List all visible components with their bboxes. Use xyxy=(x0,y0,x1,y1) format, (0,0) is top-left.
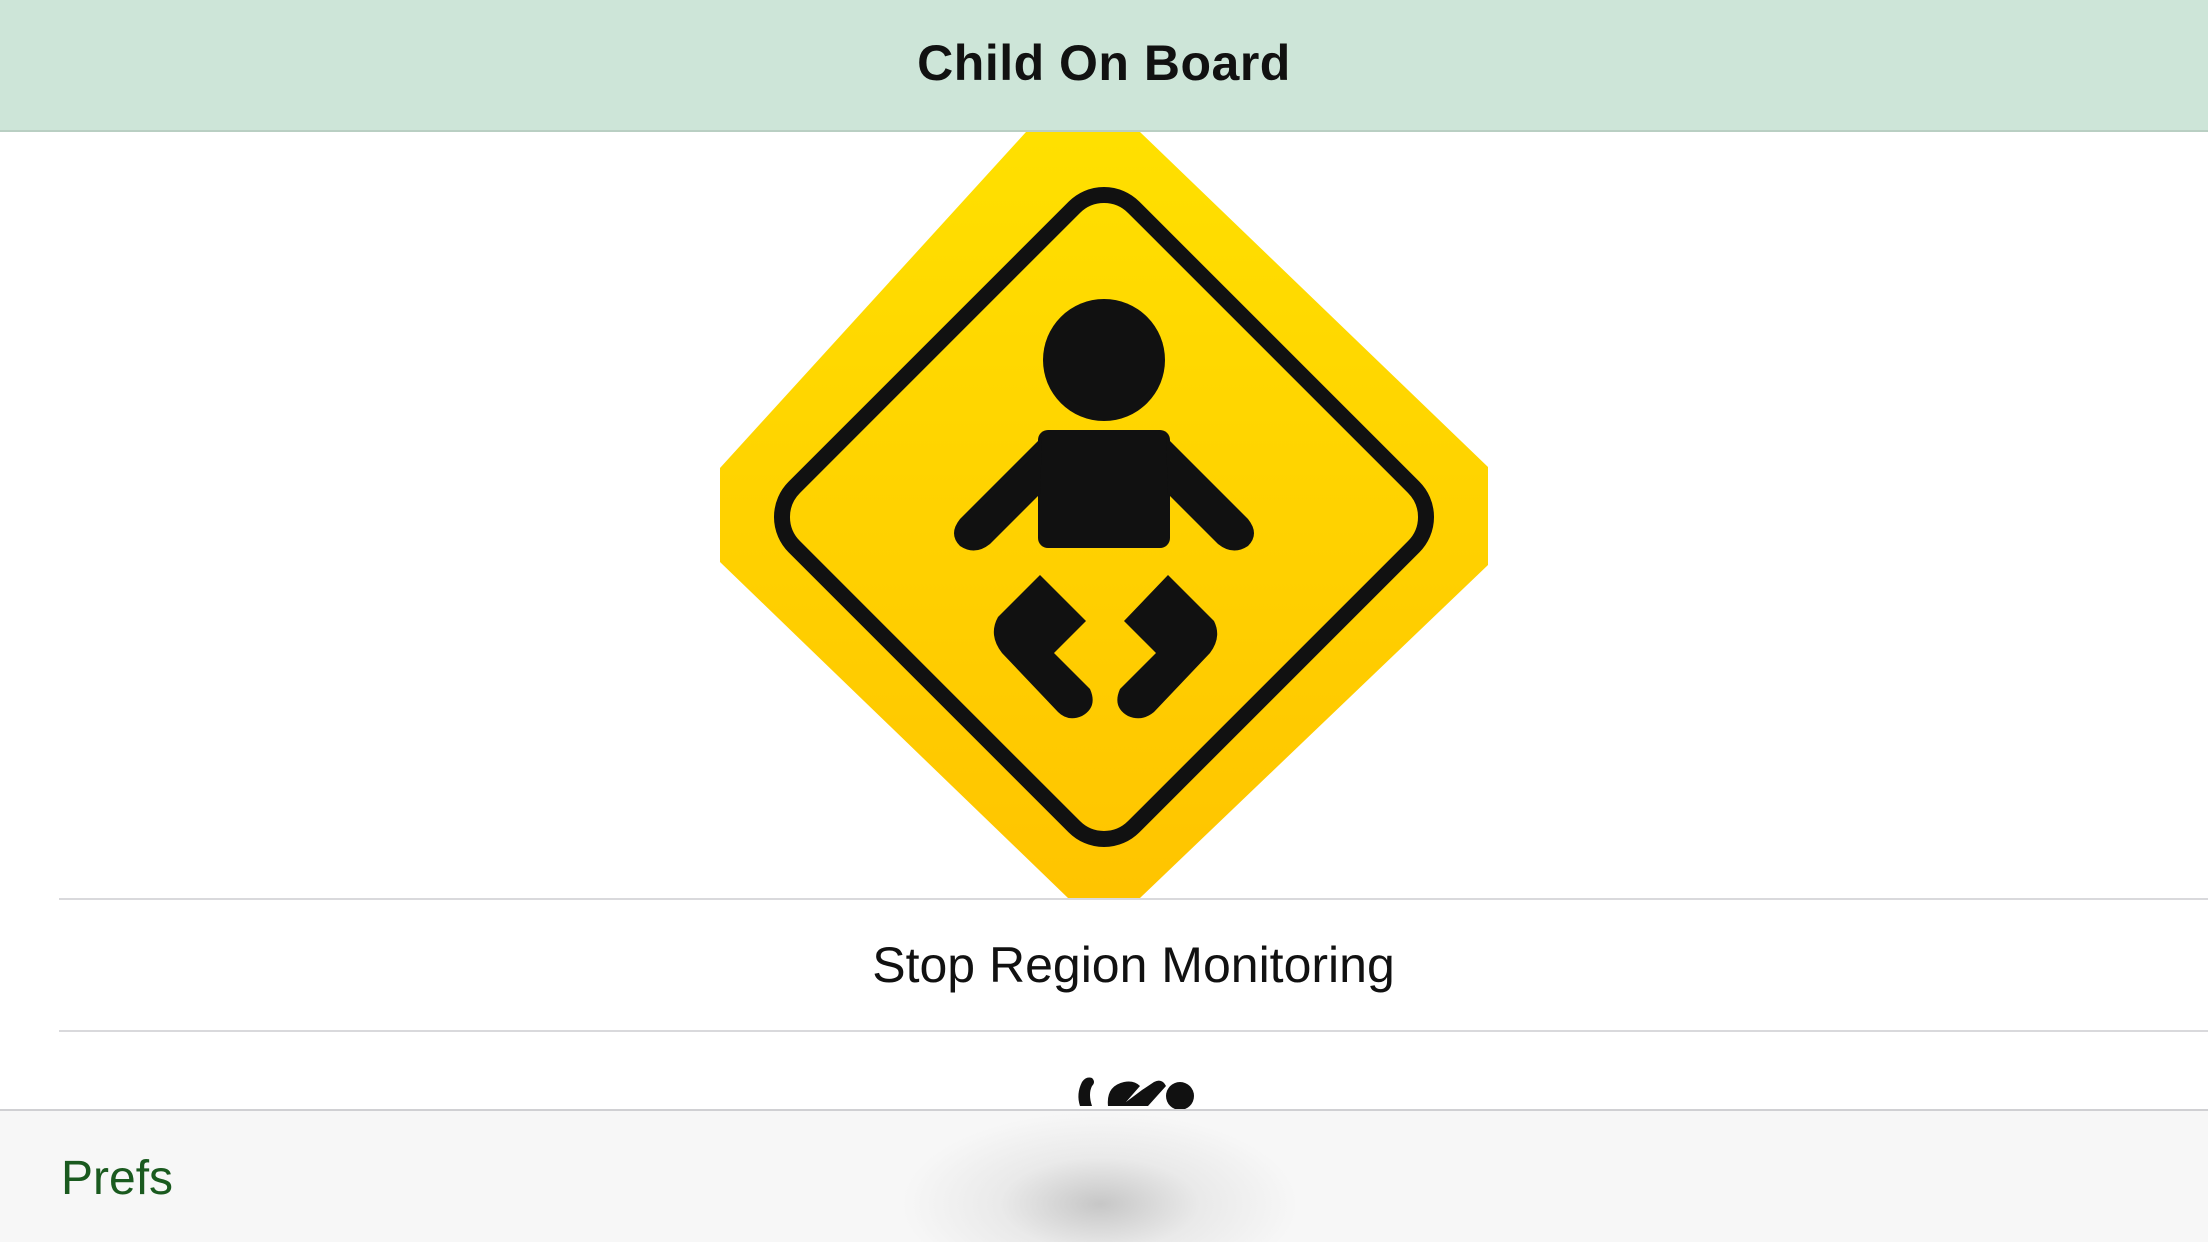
navigation-bar: Child On Board xyxy=(0,0,2208,132)
prefs-button[interactable]: Prefs xyxy=(61,1151,173,1206)
row-separator xyxy=(59,1030,2208,1032)
toolbar-shadow xyxy=(900,1111,1300,1242)
stop-region-monitoring-button[interactable]: Stop Region Monitoring xyxy=(59,900,2208,1030)
child-figure-icon xyxy=(1070,1072,1210,1112)
child-on-board-sign-icon xyxy=(720,132,1488,898)
page-title: Child On Board xyxy=(917,35,1291,91)
bottom-toolbar: Prefs xyxy=(0,1109,2208,1242)
app-screen: Child On Board Stop Region Monitoring Pr… xyxy=(0,0,2208,1242)
